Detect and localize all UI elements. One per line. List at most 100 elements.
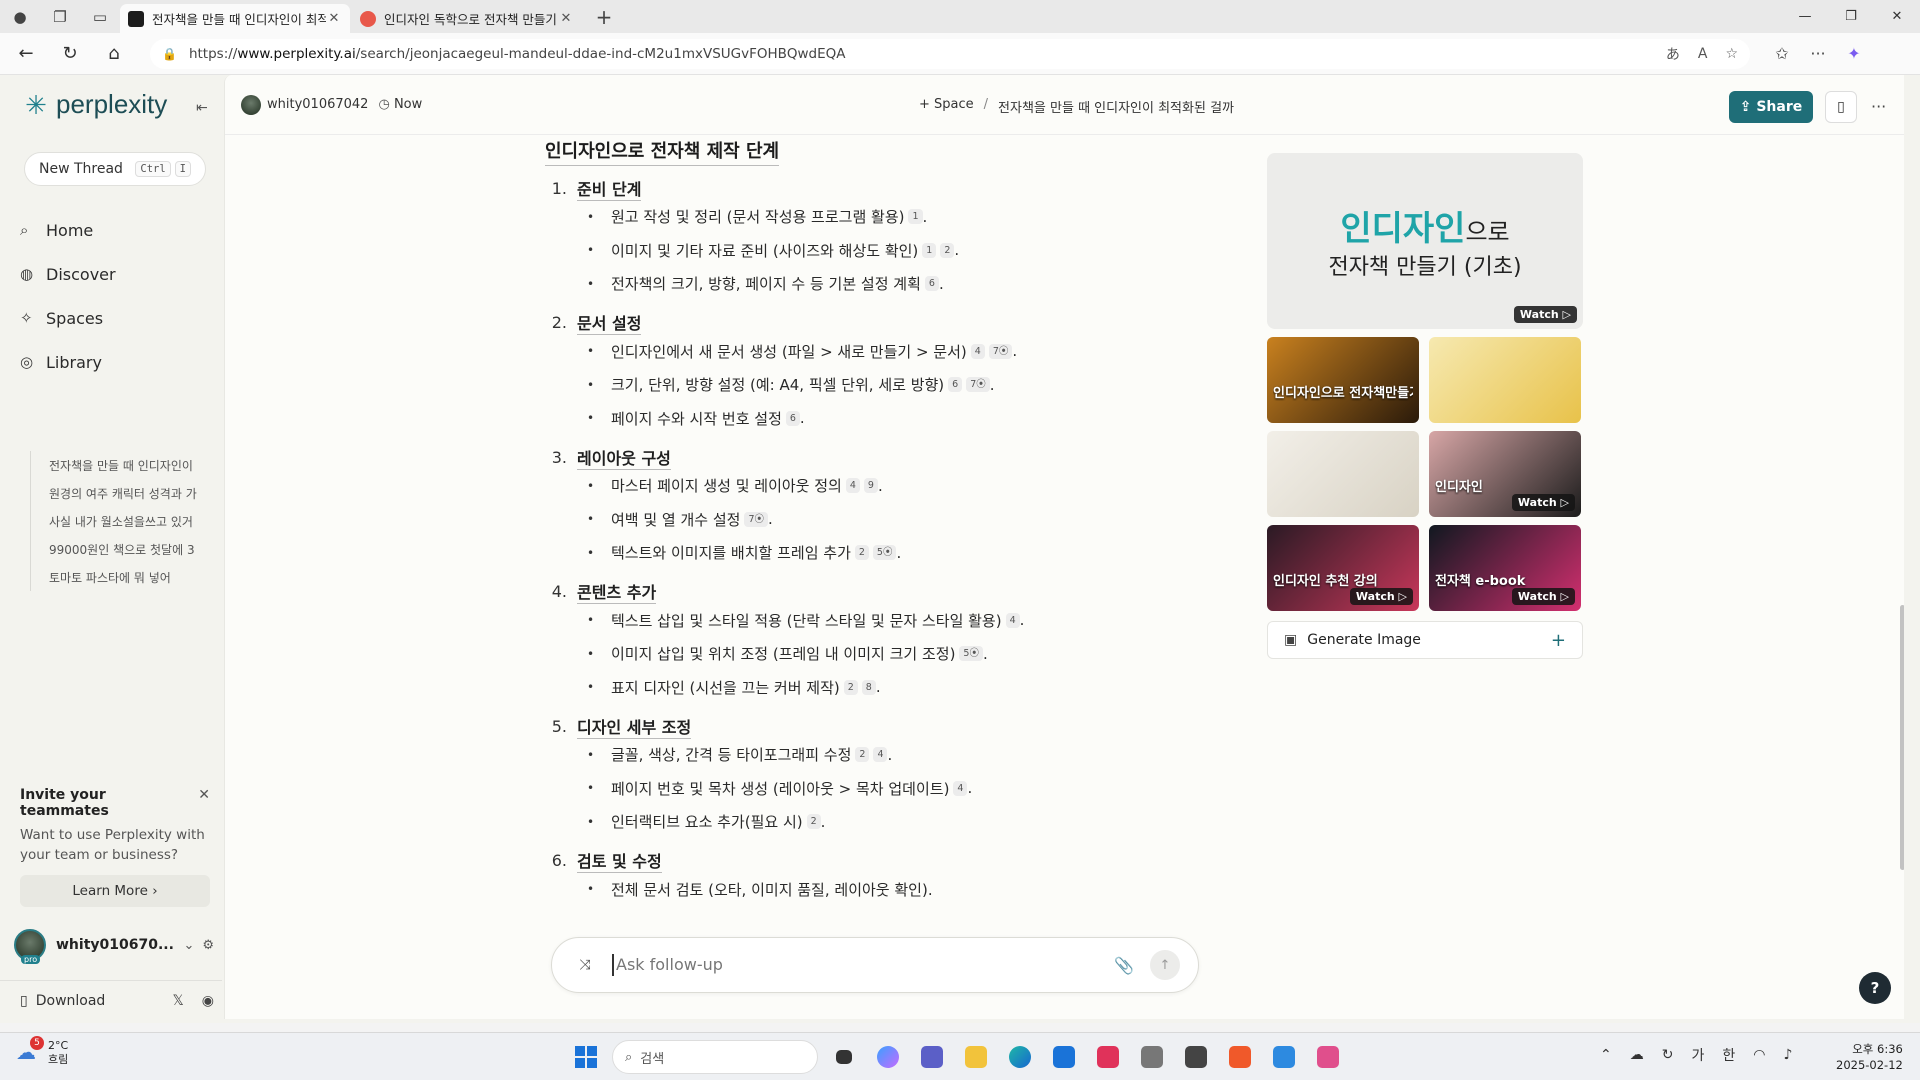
help-button[interactable]: ?	[1859, 972, 1891, 1004]
file-explorer-icon[interactable]	[958, 1039, 994, 1075]
weather-widget[interactable]: ☁ 5 2°C 흐림	[16, 1036, 68, 1067]
citation-badge[interactable]: 4	[873, 747, 888, 763]
library-thread-item[interactable]: 원경의 여주 캐릭터 성격과 가	[31, 479, 210, 507]
sync-app-icon[interactable]	[1090, 1039, 1126, 1075]
citation-badge[interactable]: 2	[855, 747, 870, 763]
read-aloud-icon[interactable]: A	[1698, 46, 1708, 62]
citation-badge[interactable]: 6	[924, 276, 939, 292]
sidebar-item-spaces[interactable]: ✧ Spaces	[20, 296, 210, 340]
collapse-sidebar-icon[interactable]: ⇤	[196, 100, 208, 116]
image-thumbnail[interactable]: 인디자인 Watch ▷	[1429, 431, 1581, 517]
browser-tab[interactable]: 인디자인 독학으로 전자책 만들기 ✕	[352, 4, 582, 33]
gear-icon[interactable]: ⚙	[202, 938, 214, 953]
close-window-icon[interactable]: ✕	[1874, 0, 1920, 33]
system-clock[interactable]: 오후 6:36 2025-02-12	[1836, 1041, 1903, 1073]
sidebar-item-discover[interactable]: ◍ Discover	[20, 252, 210, 296]
submit-button[interactable]: ↑	[1150, 950, 1180, 980]
new-tab-button[interactable]: +	[590, 3, 618, 31]
image-thumbnail[interactable]	[1429, 337, 1581, 423]
app-blue-icon[interactable]	[1266, 1039, 1302, 1075]
watch-button[interactable]: Watch ▷	[1511, 494, 1575, 511]
discord-icon[interactable]: ◉	[202, 993, 214, 1009]
back-icon[interactable]: ←	[8, 38, 44, 70]
user-menu[interactable]: pro whity010670... ⌄ ⚙	[14, 925, 214, 965]
video-thumbnail[interactable]: 인디자인으로 전자책 만들기 (기초) Watch ▷	[1267, 153, 1583, 329]
sidebar-item-home[interactable]: ⌕ Home	[20, 208, 210, 252]
download-link[interactable]: Download	[36, 993, 155, 1009]
store-icon[interactable]	[1046, 1039, 1082, 1075]
citation-badge[interactable]: 2	[843, 679, 858, 695]
app-gray-icon[interactable]	[1134, 1039, 1170, 1075]
scrollbar-thumb[interactable]	[1900, 605, 1904, 870]
restore-icon[interactable]: ❐	[1828, 0, 1874, 33]
task-view-icon[interactable]	[826, 1039, 862, 1075]
citation-badge[interactable]: 4	[1005, 612, 1020, 628]
sidebar-item-library[interactable]: ◎ Library	[20, 340, 210, 384]
browser-tab-active[interactable]: 전자책을 만들 때 인디자인이 최적화된 걸까 ✕	[120, 4, 350, 33]
ime-language[interactable]: 한	[1722, 1045, 1735, 1065]
share-button[interactable]: ⇪ Share	[1729, 91, 1813, 123]
citation-badge[interactable]: 1	[908, 209, 923, 225]
attach-icon[interactable]: 📎	[1114, 956, 1134, 975]
image-thumbnail[interactable]: 인디자인 추천 강의 Watch ▷	[1267, 525, 1419, 611]
teams-icon[interactable]	[914, 1039, 950, 1075]
close-tab-icon[interactable]: ✕	[558, 11, 574, 26]
citation-badge[interactable]: 2	[806, 814, 821, 830]
more-options-icon[interactable]: ···	[1871, 97, 1886, 116]
citation-badge[interactable]: 7⦿	[966, 377, 990, 393]
citation-badge[interactable]: 4	[953, 780, 968, 796]
volume-icon[interactable]: ♪	[1783, 1047, 1792, 1063]
library-thread-item[interactable]: 전자책을 만들 때 인디자인이	[31, 451, 210, 479]
taskbar-search[interactable]: ⌕ 검색	[612, 1040, 818, 1074]
citation-badge[interactable]: 6	[785, 410, 800, 426]
citation-badge[interactable]: 9	[863, 478, 878, 494]
favorites-icon[interactable]: ✩	[1764, 44, 1800, 63]
image-thumbnail[interactable]	[1267, 431, 1419, 517]
close-icon[interactable]: ✕	[198, 787, 210, 819]
watch-button[interactable]: Watch ▷	[1513, 306, 1577, 323]
citation-badge[interactable]: 5⦿	[959, 646, 983, 662]
citation-badge[interactable]: 1	[922, 242, 937, 258]
copilot-icon[interactable]: ✦	[1836, 44, 1872, 63]
new-thread-button[interactable]: New Thread Ctrl I	[24, 152, 206, 186]
profile-icon[interactable]: ●	[6, 3, 34, 31]
library-thread-item[interactable]: 99000원인 책으로 첫달에 3	[31, 535, 210, 563]
minimize-icon[interactable]: —	[1782, 0, 1828, 33]
tab-actions-icon[interactable]: ▭	[86, 3, 114, 31]
refresh-tray-icon[interactable]: ↻	[1662, 1047, 1674, 1063]
chevron-down-icon[interactable]: ⌄	[183, 938, 194, 953]
citation-badge[interactable]: 7⦿	[744, 511, 769, 527]
start-button[interactable]	[568, 1039, 604, 1075]
generate-image-button[interactable]: ▣ Generate Image +	[1267, 621, 1583, 659]
shuffle-icon[interactable]: ⤨	[570, 950, 600, 980]
snipping-tool-icon[interactable]	[1310, 1039, 1346, 1075]
citation-badge[interactable]: 4	[970, 343, 985, 359]
close-tab-icon[interactable]: ✕	[326, 11, 342, 26]
favorite-star-icon[interactable]: ☆	[1725, 46, 1738, 62]
learn-more-button[interactable]: Learn More ›	[20, 875, 210, 907]
translate-icon[interactable]: あ	[1666, 44, 1680, 64]
x-icon[interactable]: 𝕏	[173, 993, 184, 1009]
copilot-app-icon[interactable]	[870, 1039, 906, 1075]
cloud-sync-icon[interactable]: ☁	[1630, 1047, 1644, 1063]
watch-button[interactable]: Watch ▷	[1349, 588, 1413, 605]
workspaces-icon[interactable]: ❐	[46, 3, 74, 31]
url-field[interactable]: 🔒 https://www.perplexity.ai/search/jeonj…	[150, 38, 1750, 69]
bookmark-button[interactable]: ▯	[1825, 91, 1857, 123]
ime-mode[interactable]: 가	[1691, 1045, 1704, 1065]
edge-browser-icon[interactable]	[1002, 1039, 1038, 1075]
refresh-icon[interactable]: ↻	[52, 38, 88, 70]
library-thread-item[interactable]: 사실 내가 월소설을쓰고 있거	[31, 507, 210, 535]
citation-badge[interactable]: 2	[854, 545, 869, 561]
image-thumbnail[interactable]: 인디자인으로 전자책만들기	[1267, 337, 1419, 423]
add-to-space-button[interactable]: + Space	[919, 97, 974, 116]
watch-button[interactable]: Watch ▷	[1511, 588, 1575, 605]
app-red-icon[interactable]	[1178, 1039, 1214, 1075]
image-thumbnail[interactable]: 전자책 e-book Watch ▷	[1429, 525, 1581, 611]
citation-badge[interactable]: 4	[845, 478, 860, 494]
wifi-icon[interactable]: ◠	[1753, 1047, 1765, 1063]
library-thread-item[interactable]: 토마토 파스타에 뭐 넣어	[31, 563, 210, 591]
perplexity-logo[interactable]: ✳ perplexity	[22, 89, 167, 120]
citation-badge[interactable]: 6	[948, 377, 963, 393]
menu-dots-icon[interactable]: ···	[1800, 44, 1836, 63]
